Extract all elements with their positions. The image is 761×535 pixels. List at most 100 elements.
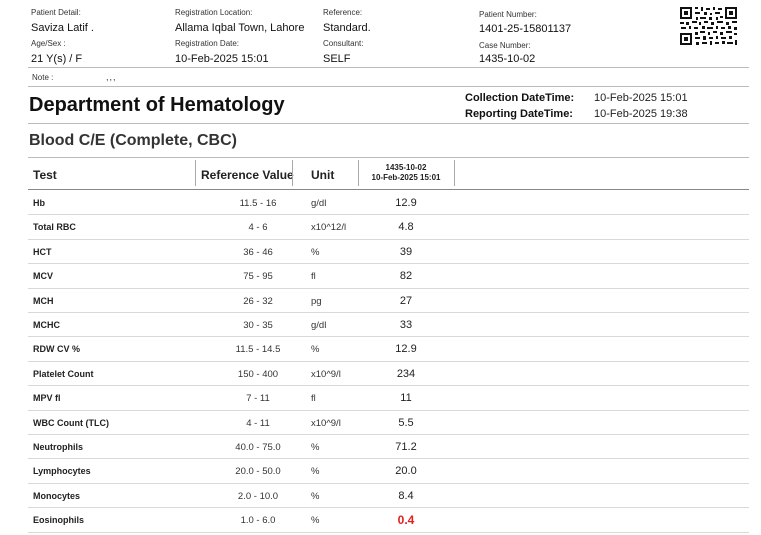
reference-range: 26 - 32 [243, 295, 273, 307]
table-row: MCV 75 - 95 fl 82 [28, 264, 749, 289]
column-header-test: Test [33, 168, 57, 182]
test-name: Lymphocytes [33, 466, 91, 477]
test-name: RDW CV % [33, 344, 80, 355]
reference-range: 2.0 - 10.0 [237, 490, 279, 502]
test-name: HCT [33, 246, 52, 257]
reference-range: 30 - 35 [243, 320, 273, 331]
consultant-label: Consultant: [323, 39, 364, 48]
result-value: 12.9 [395, 343, 417, 356]
unit: % [311, 515, 320, 527]
reference-range: 20.0 - 50.0 [235, 466, 281, 478]
column-divider [454, 160, 455, 186]
reference-range: 4 - 6 [248, 222, 268, 234]
table-row: Lymphocytes 20.0 - 50.0% 20.0 [28, 459, 749, 484]
registration-date-value: 10-Feb-2025 15:01 [175, 53, 269, 65]
test-name: Platelet Count [33, 368, 94, 379]
test-name: MCHC [33, 320, 60, 330]
table-row: Hb 11.5 - 16 g/dl 12.9 [28, 191, 749, 216]
reference-range: 11.5 - 16 [239, 198, 277, 209]
note-label: Note : [32, 73, 54, 82]
table-row: Total RBC 4 - 6 x10^12/l 4.8 [28, 215, 749, 240]
patient-name: Saviza Latif . [31, 22, 94, 34]
table-header-rule [28, 189, 749, 190]
case-number-label: Case Number: [479, 41, 531, 50]
unit: fl [311, 271, 316, 283]
table-row: Monocytes 2.0 - 10.0% 8.4 [28, 484, 749, 509]
table-row: HCT 36 - 46% 39 [28, 240, 749, 265]
unit: g/dl [311, 320, 327, 331]
result-value: 8.4 [398, 489, 414, 502]
test-name: Monocytes [33, 490, 81, 501]
result-value: 5.5 [398, 416, 414, 429]
patient-number-value: 1401-25-15801137 [479, 23, 572, 35]
reference-range: 7 - 11 [246, 393, 270, 405]
unit: x10^9/l [311, 368, 341, 380]
column-header-unit: Unit [311, 168, 335, 182]
result-value-flagged: 0.4 [397, 513, 415, 528]
reference-range: 150 - 400 [237, 368, 279, 380]
result-date: 10-Feb-2025 15:01 [371, 173, 441, 182]
reference-range: 36 - 46 [243, 246, 273, 258]
result-value: 33 [399, 319, 413, 331]
column-divider [195, 160, 196, 186]
department-title: Department of Hematology [29, 94, 285, 116]
result-value: 4.8 [398, 221, 414, 234]
result-value: 82 [399, 270, 413, 283]
test-name: MCV [33, 271, 53, 282]
reporting-datetime-value: 10-Feb-2025 19:38 [594, 108, 688, 120]
table-row: Eosinophils 1.0 - 6.0% 0.4 [28, 508, 749, 533]
test-name: MPV fl [33, 393, 61, 404]
unit: x10^12/l [311, 222, 347, 234]
reference-range: 4 - 11 [246, 417, 270, 429]
table-top-rule [28, 157, 749, 158]
unit: pg [311, 295, 322, 307]
result-value: 71.2 [395, 441, 417, 453]
unit: fl [311, 393, 316, 405]
result-value: 11 [400, 392, 412, 405]
age-sex-label: Age/Sex : [31, 39, 66, 48]
result-value: 234 [396, 367, 416, 380]
consultant-value: SELF [323, 53, 351, 65]
column-header-reference: Reference Value [201, 168, 294, 182]
unit: % [311, 344, 320, 356]
unit: % [311, 466, 320, 478]
result-value: 12.9 [395, 197, 417, 209]
result-value: 27 [399, 294, 413, 307]
note-value: ,,, [106, 72, 117, 82]
unit: % [311, 442, 320, 453]
registration-location-label: Registration Location: [175, 8, 253, 17]
column-divider [292, 160, 293, 186]
reference-label: Reference: [323, 8, 363, 17]
table-row: MCHC 30 - 35 g/dl 33 [28, 313, 749, 338]
patient-detail-label: Patient Detail: [31, 8, 81, 17]
section-divider [28, 123, 749, 124]
result-value: 20.0 [395, 465, 417, 478]
case-number-value: 1435-10-02 [479, 53, 536, 65]
table-row: Neutrophils 40.0 - 75.0% 71.2 [28, 435, 749, 460]
test-name: MCH [33, 295, 54, 306]
test-name: Total RBC [33, 222, 76, 233]
table-row: Platelet Count 150 - 400 x10^9/l 234 [28, 362, 749, 387]
collection-datetime-value: 10-Feb-2025 15:01 [594, 92, 688, 104]
note-row: Note : ,,, [28, 67, 749, 87]
report-title: Blood C/E (Complete, CBC) [29, 132, 237, 149]
reference-value: Standard. [323, 22, 371, 34]
unit: g/dl [311, 198, 327, 209]
test-name: Eosinophils [33, 515, 85, 526]
registration-date-label: Registration Date: [175, 39, 240, 48]
qr-code-icon [679, 6, 738, 46]
table-row: RDW CV % 11.5 - 14.5% 12.9 [28, 337, 749, 362]
reference-range: 40.0 - 75.0 [235, 442, 281, 453]
table-row: MPV fl 7 - 11 fl 11 [28, 386, 749, 411]
test-name: Neutrophils [33, 442, 84, 452]
test-name: WBC Count (TLC) [33, 417, 109, 428]
patient-number-label: Patient Number: [479, 10, 537, 19]
table-row: WBC Count (TLC) 4 - 11 x10^9/l 5.5 [28, 411, 749, 435]
unit: % [311, 246, 320, 258]
reference-range: 75 - 95 [243, 271, 273, 283]
result-value: 39 [399, 245, 413, 258]
unit: % [311, 490, 320, 502]
reporting-datetime-label: Reporting DateTime: [465, 108, 573, 120]
unit: x10^9/l [311, 417, 341, 429]
age-sex-value: 21 Y(s) / F [31, 53, 83, 65]
